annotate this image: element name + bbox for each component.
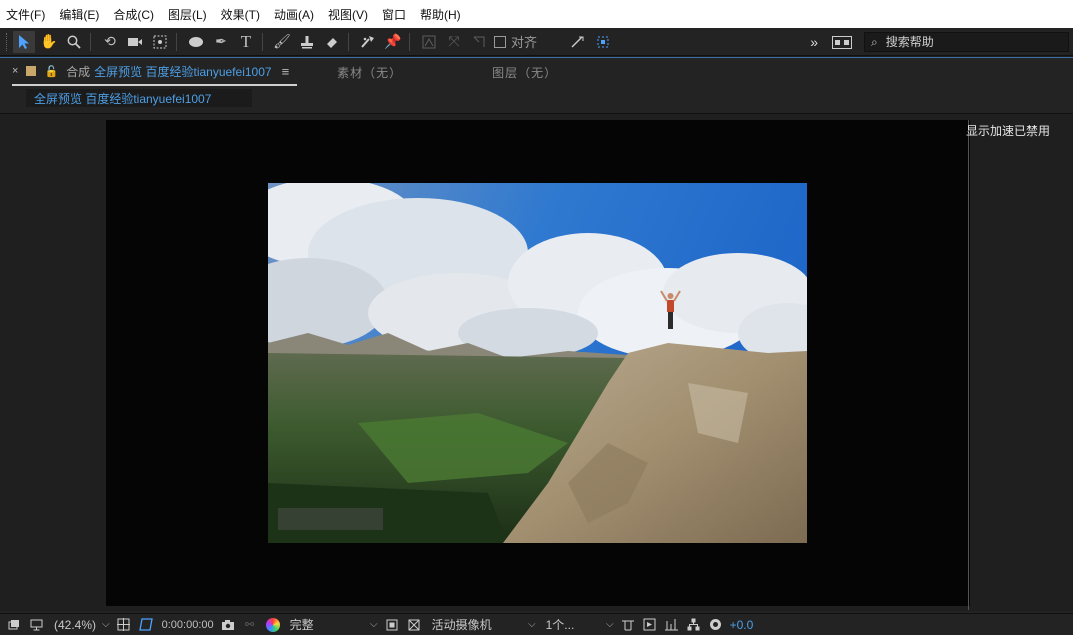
timeline-icon[interactable]: [664, 618, 680, 632]
view-layout-dropdown[interactable]: 1个... ⌵: [546, 616, 614, 633]
menu-edit[interactable]: 编辑(E): [59, 6, 99, 23]
more-workspaces-icon[interactable]: »: [810, 34, 818, 50]
menu-composition[interactable]: 合成(C): [113, 6, 154, 23]
exposure-reset-icon[interactable]: [708, 618, 724, 632]
tab-composition[interactable]: × 🔓 合成 全屏预览 百度经验tianyuefei1007 ≡: [12, 58, 298, 86]
region-of-interest-icon[interactable]: [384, 618, 400, 632]
menu-layer[interactable]: 图层(L): [168, 6, 207, 23]
panel-menu-icon[interactable]: ≡: [282, 64, 290, 79]
composition-color-icon: [26, 66, 37, 76]
view-layout-value: 1个...: [545, 618, 575, 632]
composition-viewer[interactable]: 显示加速已禁用: [0, 113, 1073, 611]
menu-animation[interactable]: 动画(A): [274, 6, 314, 23]
pen-tool-icon[interactable]: ✒: [210, 31, 232, 53]
chevron-down-icon: ⌵: [370, 619, 378, 630]
chevron-down-icon: ⌵: [606, 619, 614, 630]
toolbar-separator: [90, 32, 91, 51]
grid-guides-icon[interactable]: [116, 618, 132, 632]
snap-checkbox[interactable]: [494, 35, 506, 48]
toolbar-separator: [262, 32, 263, 51]
ellipse-tool-icon[interactable]: [185, 31, 207, 53]
footage-image: [268, 183, 807, 543]
resolution-dropdown[interactable]: 完整 ⌵: [290, 616, 378, 633]
hand-tool-icon[interactable]: ✋: [38, 31, 60, 53]
camera-view-dropdown[interactable]: 活动摄像机 ⌵: [432, 616, 536, 633]
magnification-value: (42.4%): [54, 617, 97, 632]
type-tool-icon[interactable]: T: [235, 31, 257, 53]
toolbar-separator: [409, 32, 410, 51]
tab-layer[interactable]: 图层（无）: [492, 64, 557, 81]
chevron-down-icon: ⌵: [528, 619, 536, 630]
tab-footage[interactable]: 素材（无）: [337, 64, 402, 81]
menu-effect[interactable]: 效果(T): [221, 6, 260, 23]
search-icon: ⌕: [871, 34, 878, 49]
exposure-value[interactable]: +0.0: [730, 618, 754, 632]
menu-window[interactable]: 窗口: [382, 6, 406, 23]
composition-navigator-tab[interactable]: 全屏预览 百度经验tianyuefei1007: [26, 89, 252, 107]
world-axis-icon[interactable]: ⤧: [443, 31, 465, 53]
pan-behind-tool-icon[interactable]: [149, 31, 171, 53]
camera-view-value: 活动摄像机: [431, 618, 492, 632]
snap-features-icon[interactable]: [592, 31, 614, 53]
help-search-input[interactable]: [885, 35, 1046, 49]
color-channel-icon[interactable]: [265, 617, 280, 632]
clone-stamp-tool-icon[interactable]: [296, 31, 318, 53]
workspace-icon[interactable]: [832, 35, 852, 49]
display-acceleration-status: 显示加速已禁用: [966, 124, 1051, 138]
toolbar-separator: [348, 32, 349, 51]
puppet-pin-tool-icon[interactable]: 📌: [382, 31, 404, 53]
selection-tool-icon[interactable]: [13, 30, 35, 53]
view-axis-icon[interactable]: [468, 31, 490, 53]
mask-visibility-icon[interactable]: [138, 618, 154, 632]
snap-edges-icon[interactable]: [567, 31, 589, 53]
help-search-box[interactable]: ⌕: [864, 32, 1069, 52]
toolbar-grip[interactable]: [6, 32, 10, 51]
panel-tabs: × 🔓 合成 全屏预览 百度经验tianyuefei1007 ≡ 素材（无） 图…: [0, 58, 1073, 86]
show-snapshot-icon[interactable]: ⚯: [242, 618, 258, 632]
lock-icon[interactable]: 🔓: [44, 65, 58, 78]
close-icon[interactable]: ×: [12, 65, 18, 77]
rotate-tool-icon[interactable]: ⟲: [99, 31, 121, 53]
timecode[interactable]: 0:00:00:00: [162, 619, 214, 631]
resolution-value: 完整: [289, 618, 314, 632]
menu-file[interactable]: 文件(F): [6, 6, 45, 23]
tab-composition-name: 全屏预览 百度经验tianyuefei1007: [94, 64, 272, 79]
eraser-tool-icon[interactable]: [321, 31, 343, 53]
always-preview-icon[interactable]: [6, 618, 22, 632]
monitor-icon[interactable]: [28, 618, 44, 632]
camera-tool-icon[interactable]: [124, 31, 146, 53]
composition-canvas[interactable]: [106, 120, 970, 606]
roto-brush-tool-icon[interactable]: [357, 31, 379, 53]
toggle-pixel-aspect-icon[interactable]: [620, 618, 636, 632]
zoom-tool-icon[interactable]: [63, 31, 85, 53]
viewer-scrollbar[interactable]: [968, 120, 969, 610]
snapshot-camera-icon[interactable]: [220, 618, 236, 632]
brush-tool-icon[interactable]: 🖌: [271, 31, 293, 53]
transparency-grid-icon[interactable]: [406, 618, 422, 632]
magnification-dropdown[interactable]: (42.4%) ⌵: [54, 618, 110, 632]
snap-toggle[interactable]: 对齐: [494, 32, 537, 51]
local-axis-icon[interactable]: [418, 31, 440, 53]
tools-toolbar: ✋ ⟲ ✒ T 🖌 📌 ⤧ 对齐 » ⌕ 搜索帮助: [0, 28, 1073, 56]
tab-composition-label: 合成: [66, 64, 91, 79]
chevron-down-icon: ⌵: [102, 619, 110, 630]
menu-view[interactable]: 视图(V): [328, 6, 368, 23]
toolbar-separator: [176, 32, 177, 51]
fast-previews-icon[interactable]: [642, 618, 658, 632]
menu-bar: 文件(F) 编辑(E) 合成(C) 图层(L) 效果(T) 动画(A) 视图(V…: [0, 0, 1073, 28]
composition-panel: × 🔓 合成 全屏预览 百度经验tianyuefei1007 ≡ 素材（无） 图…: [0, 57, 1073, 613]
snap-label: 对齐: [511, 35, 538, 50]
menu-help[interactable]: 帮助(H): [420, 6, 461, 23]
viewer-controls-bar: (42.4%) ⌵ 0:00:00:00 ⚯ 完整 ⌵ 活动摄像机 ⌵ 1个..…: [0, 613, 1073, 635]
flowchart-icon[interactable]: [686, 618, 702, 632]
toolbar-right: » ⌕: [810, 28, 1073, 56]
